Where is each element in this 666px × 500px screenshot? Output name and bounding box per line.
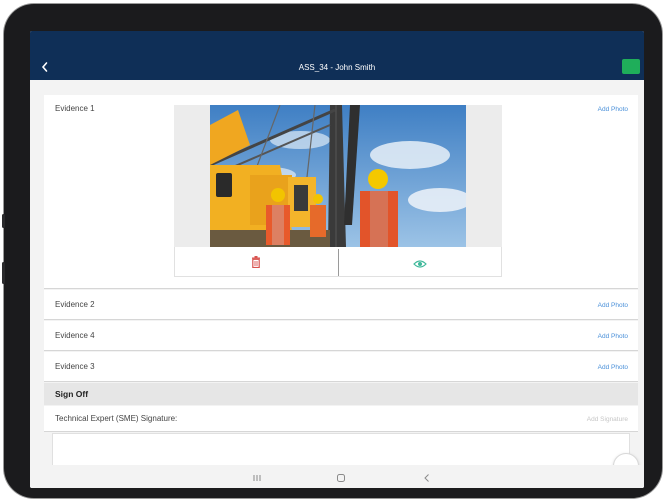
section-title: Sign Off <box>55 389 89 399</box>
evidence-label: Evidence 2 <box>55 300 95 309</box>
signature-box <box>52 433 630 465</box>
recent-apps-icon[interactable] <box>250 471 264 483</box>
page-title: ASS_34 - John Smith <box>298 63 376 72</box>
add-signature-link[interactable]: Add Signature <box>587 416 628 423</box>
system-nav-bar <box>30 465 644 488</box>
app-screen: ASS_34 - John Smith Evidence 1 Add Photo <box>30 31 644 488</box>
save-button[interactable] <box>622 59 640 74</box>
evidence-row: Evidence 3 Add Photo <box>44 352 638 382</box>
evidence-label: Evidence 4 <box>55 331 95 340</box>
add-photo-link[interactable]: Add Photo <box>598 333 628 340</box>
signature-label: Technical Expert (SME) Signature: <box>55 414 178 423</box>
add-photo-link[interactable]: Add Photo <box>598 364 628 371</box>
back-icon[interactable] <box>420 471 434 483</box>
trash-icon <box>251 255 261 273</box>
side-button <box>2 262 5 284</box>
side-button <box>2 214 5 228</box>
photo-container <box>174 105 502 247</box>
home-icon[interactable] <box>334 471 348 483</box>
evidence-photo[interactable] <box>210 105 466 247</box>
delete-photo-button[interactable] <box>175 247 338 276</box>
signature-row: Technical Expert (SME) Signature: Add Si… <box>44 406 638 432</box>
view-photo-button[interactable] <box>339 247 502 276</box>
app-header: ASS_34 - John Smith <box>30 31 644 80</box>
evidence-label: Evidence 3 <box>55 362 95 371</box>
sign-off-header: Sign Off <box>44 383 638 405</box>
evidence-list[interactable]: Evidence 1 Add Photo Evidence 2 Add Phot… <box>44 95 638 465</box>
tablet-frame: ASS_34 - John Smith Evidence 1 Add Photo <box>2 4 662 498</box>
eye-icon <box>413 256 427 274</box>
evidence-label: Evidence 1 <box>55 104 95 113</box>
evidence-row: Evidence 4 Add Photo <box>44 321 638 351</box>
add-photo-link[interactable]: Add Photo <box>598 106 628 113</box>
evidence-row: Evidence 1 Add Photo <box>44 95 638 289</box>
evidence-row: Evidence 2 Add Photo <box>44 290 638 320</box>
add-photo-link[interactable]: Add Photo <box>598 302 628 309</box>
photo-actions <box>174 247 502 277</box>
